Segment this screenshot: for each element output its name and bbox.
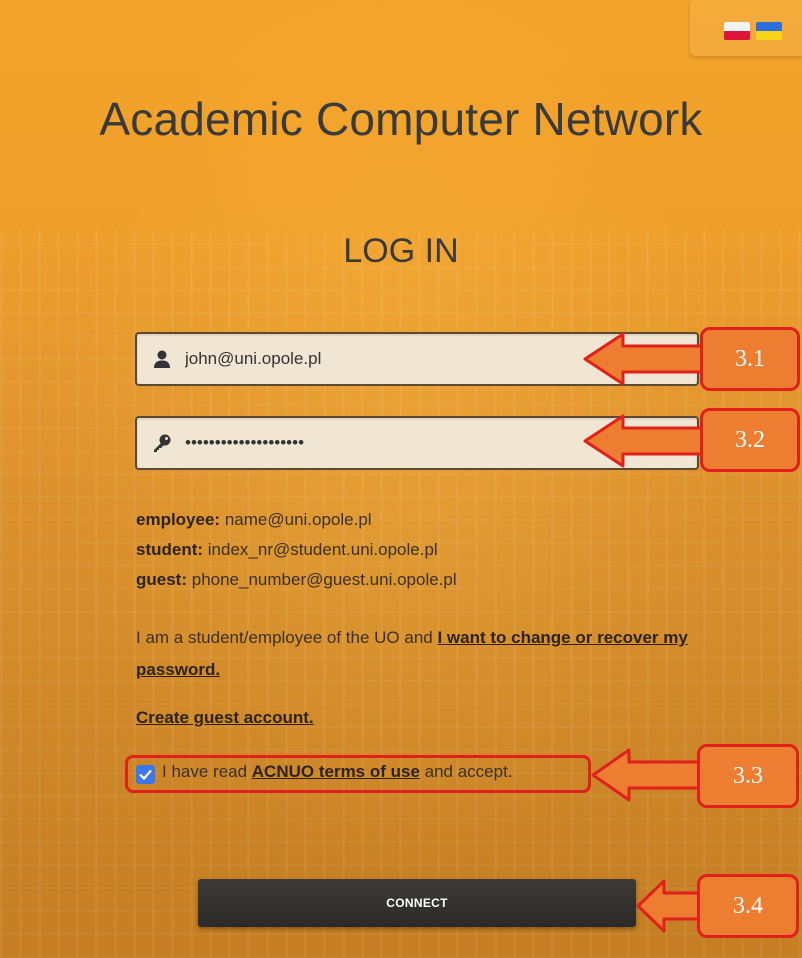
hint-student-label: student: [136,540,204,559]
login-heading: LOG IN [343,232,459,270]
key-icon [154,434,171,452]
recovery-prefix: I am a student/employee of the UO and [136,628,438,647]
connect-button[interactable]: CONNECT [198,879,636,927]
hint-employee-label: employee: [136,510,221,529]
flag-ukraine-icon[interactable] [756,22,782,40]
hint-employee-value: name@uni.opole.pl [224,510,372,529]
arrow-left-icon [591,748,703,802]
hint-student-value: index_nr@student.uni.opole.pl [207,540,438,559]
arrow-left-icon [583,414,705,468]
terms-highlight-box [125,755,591,793]
flag-poland-icon[interactable] [724,22,750,40]
password-recovery-text: I am a student/employee of the UO and I … [136,622,696,686]
arrow-left-icon [636,879,704,933]
hint-guest: guest: phone_number@guest.uni.opole.pl [136,565,457,595]
login-page: Academic Computer Network LOG IN employe… [0,0,802,958]
hint-guest-value: phone_number@guest.uni.opole.pl [191,570,457,589]
annotation-badge-3-3: 3.3 [697,744,799,808]
create-guest-account-link[interactable]: Create guest account. [136,708,314,727]
user-icon [154,350,170,368]
hint-student: student: index_nr@student.uni.opole.pl [136,535,457,565]
hint-guest-label: guest: [136,570,187,589]
arrow-left-icon [583,332,705,386]
page-title: Academic Computer Network [99,93,703,145]
annotation-badge-3-4: 3.4 [697,874,799,938]
hint-employee: employee: name@uni.opole.pl [136,505,457,535]
annotation-badge-3-2: 3.2 [700,408,800,472]
login-format-hints: employee: name@uni.opole.pl student: ind… [136,505,457,595]
guest-account: Create guest account. [136,708,314,728]
annotation-badge-3-1: 3.1 [700,327,800,391]
